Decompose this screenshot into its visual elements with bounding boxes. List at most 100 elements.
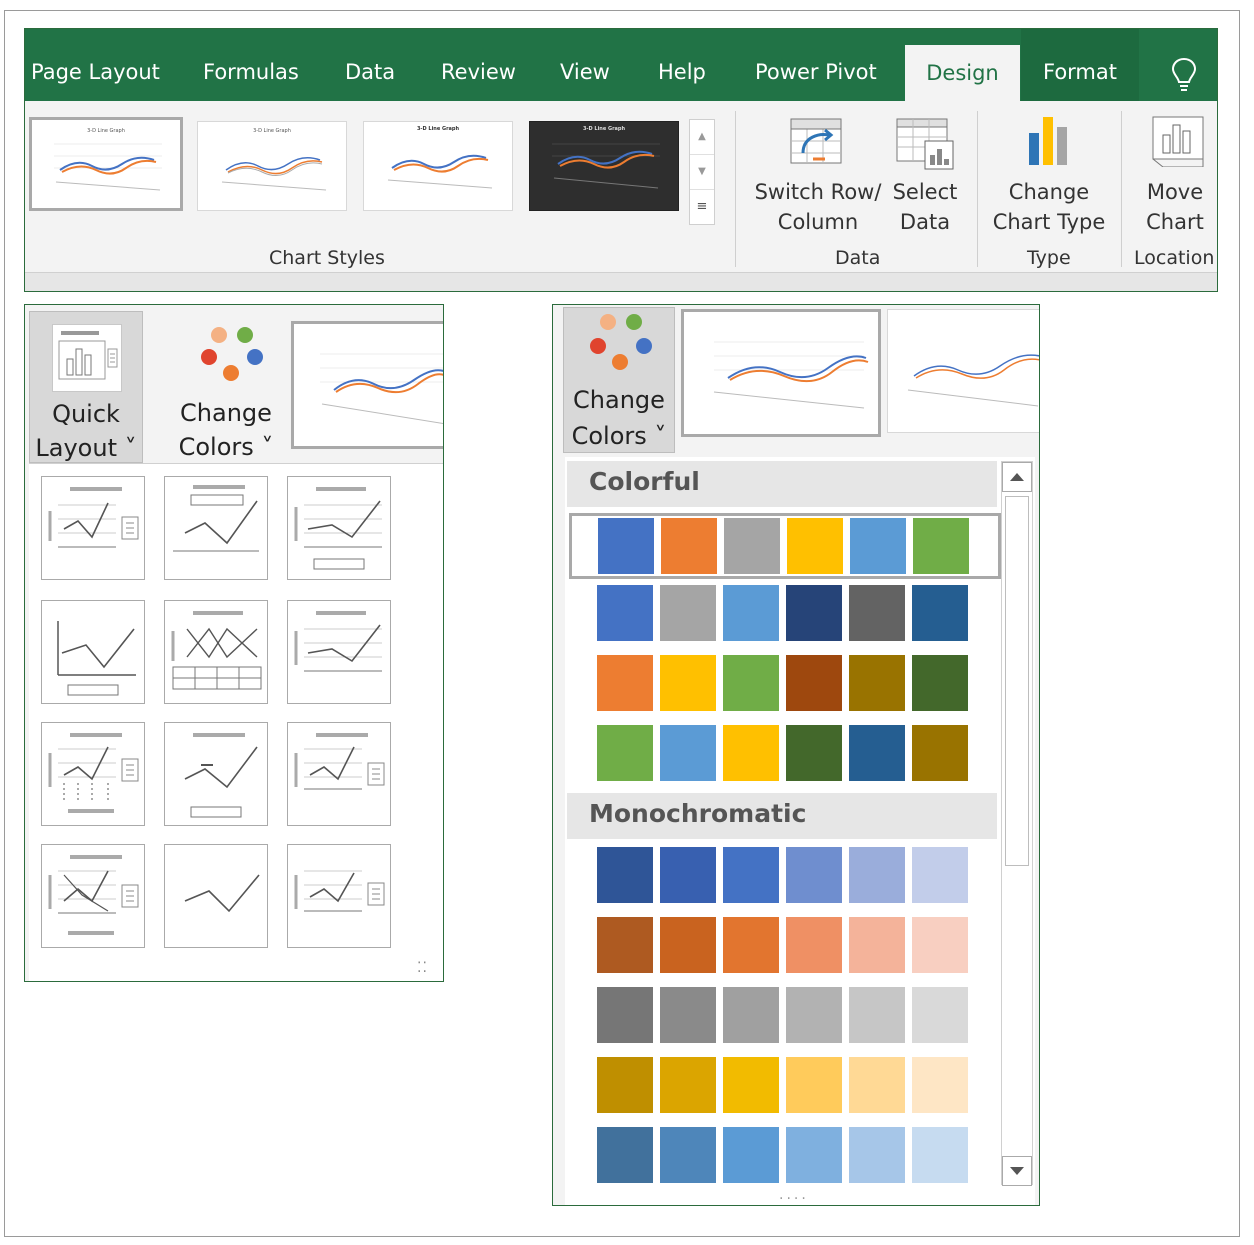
color-swatch <box>912 1127 968 1183</box>
layout-option-1[interactable] <box>41 476 145 580</box>
colorful-palette-row[interactable] <box>597 585 977 643</box>
scroll-thumb[interactable] <box>1005 496 1029 866</box>
tab-data[interactable]: Data <box>345 29 395 101</box>
layout-option-11[interactable] <box>164 844 268 948</box>
chart-style-thumb-4[interactable]: 3-D Line Graph <box>529 121 679 211</box>
select-data-button[interactable]: Select Data <box>885 177 965 237</box>
monochromatic-header-label: Monochromatic <box>589 799 807 828</box>
change-type-label-1: Change <box>1008 180 1090 204</box>
color-swatch <box>660 585 716 641</box>
move-chart-label-2: Chart <box>1146 210 1204 234</box>
gallery-more-icon[interactable]: ≡ <box>690 190 714 224</box>
resize-grip-icon[interactable]: ⁚⁚ <box>417 960 428 976</box>
color-swatch <box>786 725 842 781</box>
chart-style-thumb-preview[interactable] <box>681 309 881 437</box>
color-swatch <box>660 847 716 903</box>
color-palette-icon <box>201 327 263 381</box>
change-colors-label-1: Change <box>180 399 272 427</box>
lightbulb-icon[interactable] <box>1171 57 1197 91</box>
layout-option-6[interactable] <box>287 600 391 704</box>
layout-option-5[interactable] <box>164 600 268 704</box>
layout-thumb-icon <box>184 733 258 818</box>
switch-row-column-icon <box>790 118 842 164</box>
color-swatch <box>723 917 779 973</box>
layout-thumb-icon <box>294 870 385 912</box>
monochromatic-palette-row[interactable] <box>597 847 977 905</box>
tab-power-pivot[interactable]: Power Pivot <box>755 29 877 101</box>
quick-layout-button[interactable]: Quick Layout ˅ <box>29 311 143 463</box>
gallery-down-icon[interactable]: ▼ <box>690 155 714 190</box>
tab-help[interactable]: Help <box>658 29 706 101</box>
monochromatic-palette-row[interactable] <box>597 987 977 1045</box>
color-swatch <box>597 725 653 781</box>
group-label-type: Type <box>1027 247 1071 269</box>
color-swatch <box>597 585 653 641</box>
chart-style-thumb-preview-2[interactable] <box>887 309 1039 433</box>
group-separator <box>977 111 978 267</box>
thumb-title: 3-D Line Graph <box>417 126 460 132</box>
color-swatch <box>849 917 905 973</box>
monochromatic-palette-row[interactable] <box>597 1057 977 1115</box>
switch-row-column-button[interactable]: Switch Row/ Column <box>754 177 882 237</box>
chart-style-thumb-2[interactable]: 3-D Line Graph <box>197 121 347 211</box>
layout-option-8[interactable] <box>164 722 268 826</box>
layout-option-7[interactable] <box>41 722 145 826</box>
monochromatic-palette-row[interactable] <box>597 1127 977 1185</box>
move-chart-button[interactable]: Move Chart <box>1133 177 1217 237</box>
group-label-data: Data <box>835 247 881 269</box>
color-swatch <box>912 917 968 973</box>
color-swatch <box>913 518 969 574</box>
layout-option-2[interactable] <box>164 476 268 580</box>
tab-review[interactable]: Review <box>441 29 516 101</box>
tab-page-layout[interactable]: Page Layout <box>31 29 160 101</box>
colorful-palette-row[interactable] <box>597 655 977 713</box>
scroll-up-icon[interactable] <box>1002 462 1032 492</box>
palette-scrollbar[interactable] <box>1001 461 1033 1186</box>
tab-view[interactable]: View <box>560 29 610 101</box>
line-chart-preview-icon: 3-D Line Graph <box>54 128 162 191</box>
switch-row-label-2: Column <box>777 210 859 234</box>
color-swatch <box>786 847 842 903</box>
resize-grip-icon[interactable]: .... <box>779 1187 809 1203</box>
change-colors-button[interactable]: Change Colors ˅ <box>165 311 287 461</box>
change-colors-button[interactable]: Change Colors ˅ <box>563 307 675 453</box>
color-swatch <box>850 518 906 574</box>
chart-style-thumb-3[interactable]: 3-D Line Graph <box>363 121 513 211</box>
layout-thumb-icon <box>294 487 382 570</box>
monochromatic-palette-row[interactable] <box>597 917 977 975</box>
layout-option-10[interactable] <box>41 844 145 948</box>
layout-option-4[interactable] <box>41 600 145 704</box>
change-chart-type-button[interactable]: Change Chart Type <box>989 177 1109 237</box>
layout-option-9[interactable] <box>287 722 391 826</box>
thumb-title: 3-D Line Graph <box>87 128 125 134</box>
color-swatch <box>597 655 653 711</box>
group-separator <box>735 111 736 267</box>
thumb-title: 3-D Line Graph <box>583 126 626 132</box>
line-chart-preview-icon: 3-D Line Graph <box>387 126 493 189</box>
tab-design[interactable]: Design <box>905 45 1020 101</box>
scroll-down-icon[interactable] <box>1002 1156 1032 1186</box>
layout-thumb-icon <box>48 733 139 813</box>
tab-format[interactable]: Format <box>1021 29 1139 101</box>
colorful-section-header: Colorful <box>567 461 997 507</box>
layout-option-3[interactable] <box>287 476 391 580</box>
layout-option-12[interactable] <box>287 844 391 948</box>
gallery-scroll[interactable]: ▲ ▼ ≡ <box>689 119 715 225</box>
color-swatch <box>724 518 780 574</box>
color-swatch <box>661 518 717 574</box>
colorful-palette-row[interactable] <box>569 513 1001 579</box>
color-swatch <box>723 725 779 781</box>
color-swatch <box>660 1127 716 1183</box>
ribbon-bottom-bar <box>25 272 1217 291</box>
color-swatch <box>849 987 905 1043</box>
color-swatch <box>786 1057 842 1113</box>
colorful-palette-row[interactable] <box>597 725 977 783</box>
chart-style-thumb-preview[interactable] <box>291 321 443 449</box>
gallery-up-icon[interactable]: ▲ <box>690 120 714 155</box>
color-swatch <box>597 1127 653 1183</box>
color-swatch <box>660 917 716 973</box>
tab-formulas[interactable]: Formulas <box>203 29 299 101</box>
quick-layout-panel: Quick Layout ˅ Change Colors ˅ ⁚⁚ <box>24 304 444 982</box>
chart-style-thumb-1[interactable]: 3-D Line Graph <box>29 117 183 211</box>
color-swatch <box>849 585 905 641</box>
